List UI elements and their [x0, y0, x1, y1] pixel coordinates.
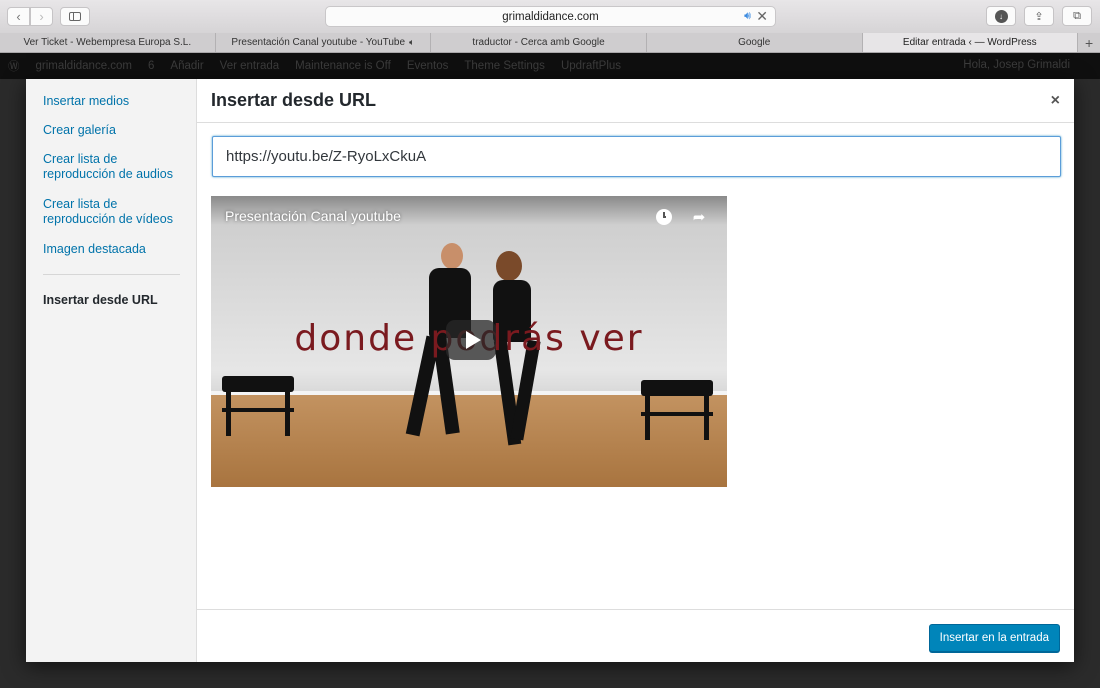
insert-into-post-button[interactable]: Insertar en la entrada [928, 624, 1060, 652]
user-greeting: Hola, Josep Grimaldi [963, 59, 1070, 71]
updraft-link: UpdraftPlus [560, 60, 622, 72]
address-bar[interactable]: grimaldidance.com 🔊︎ ✕ [325, 6, 776, 27]
watch-later-icon[interactable] [655, 208, 673, 226]
download-icon: ↓ [994, 9, 1008, 23]
view-post-link: Ver entrada [219, 60, 280, 72]
stop-loading-icon[interactable]: ✕ [756, 8, 768, 25]
menu-create-video-playlist[interactable]: Crear lista de reproducción de vídeos [43, 197, 193, 227]
video-title[interactable]: Presentación Canal youtube [225, 208, 401, 224]
new-tab-button[interactable]: + [1078, 33, 1100, 52]
forward-button[interactable]: › [30, 7, 53, 26]
video-dancer-head [441, 243, 463, 269]
close-icon[interactable]: × [1051, 92, 1060, 110]
tab-strip: Ver Ticket - Webempresa Europa S.L. Pres… [0, 33, 1100, 53]
add-new-link: Añadir [170, 60, 204, 72]
audio-playing-icon[interactable]: 🔊︎ [744, 10, 751, 23]
browser-toolbar: ‹ › grimaldidance.com 🔊︎ ✕ ↓ ⇪ ⧉ [0, 0, 1100, 34]
tabs-icon: ⧉ [1073, 9, 1081, 22]
chevron-right-icon: › [39, 9, 44, 24]
tabs-overview-button[interactable]: ⧉ [1062, 6, 1092, 26]
menu-insert-media[interactable]: Insertar medios [43, 94, 193, 109]
updates-count: 6 [148, 60, 155, 72]
menu-create-audio-playlist[interactable]: Crear lista de reproducción de audios [43, 152, 193, 182]
play-icon [465, 331, 481, 349]
wordpress-logo-icon: Ⓦ [8, 61, 20, 73]
tab-editar-entrada[interactable]: Editar entrada ‹ — WordPress [862, 33, 1079, 52]
sidebar-icon [69, 12, 81, 21]
menu-insert-from-url[interactable]: Insertar desde URL [43, 293, 193, 308]
tab-google[interactable]: Google [647, 33, 863, 52]
menu-featured-image[interactable]: Imagen destacada [43, 242, 193, 257]
tab-traductor[interactable]: traductor - Cerca amb Google [431, 33, 647, 52]
media-menu: Insertar medios Crear galería Crear list… [26, 79, 197, 662]
address-text: grimaldidance.com [502, 10, 599, 23]
media-modal: Insertar medios Crear galería Crear list… [26, 79, 1074, 662]
sidebar-toggle-button[interactable] [60, 7, 90, 26]
footer-divider [197, 609, 1074, 610]
wp-admin-bar: Ⓦ grimaldidance.com 6 Añadir Ver entrada… [0, 53, 1100, 79]
video-embed[interactable]: Presentación Canal youtube ➦ donde podrá… [211, 196, 727, 487]
maintenance-status: Maintenance is Off [295, 60, 391, 72]
share-arrow-icon[interactable]: ➦ [690, 208, 708, 226]
menu-separator [43, 274, 180, 275]
tab-youtube[interactable]: Presentación Canal youtube - YouTube 🔈︎ [216, 33, 432, 52]
play-button[interactable] [446, 320, 496, 360]
theme-settings-link: Theme Settings [464, 60, 545, 72]
events-link: Eventos [406, 60, 449, 72]
video-dancer-head [496, 251, 522, 281]
modal-title: Insertar desde URL [211, 90, 377, 110]
back-button[interactable]: ‹ [7, 7, 30, 26]
site-name: grimaldidance.com [35, 60, 133, 72]
share-button[interactable]: ⇪ [1024, 6, 1054, 26]
share-icon: ⇪ [1034, 10, 1044, 23]
title-divider [197, 122, 1074, 123]
tab-ver-ticket[interactable]: Ver Ticket - Webempresa Europa S.L. [0, 33, 216, 52]
downloads-button[interactable]: ↓ [986, 6, 1016, 26]
speaker-icon[interactable]: 🔈︎ [409, 37, 414, 48]
url-input[interactable] [212, 136, 1061, 177]
menu-create-gallery[interactable]: Crear galería [43, 123, 193, 138]
chevron-left-icon: ‹ [16, 9, 21, 24]
